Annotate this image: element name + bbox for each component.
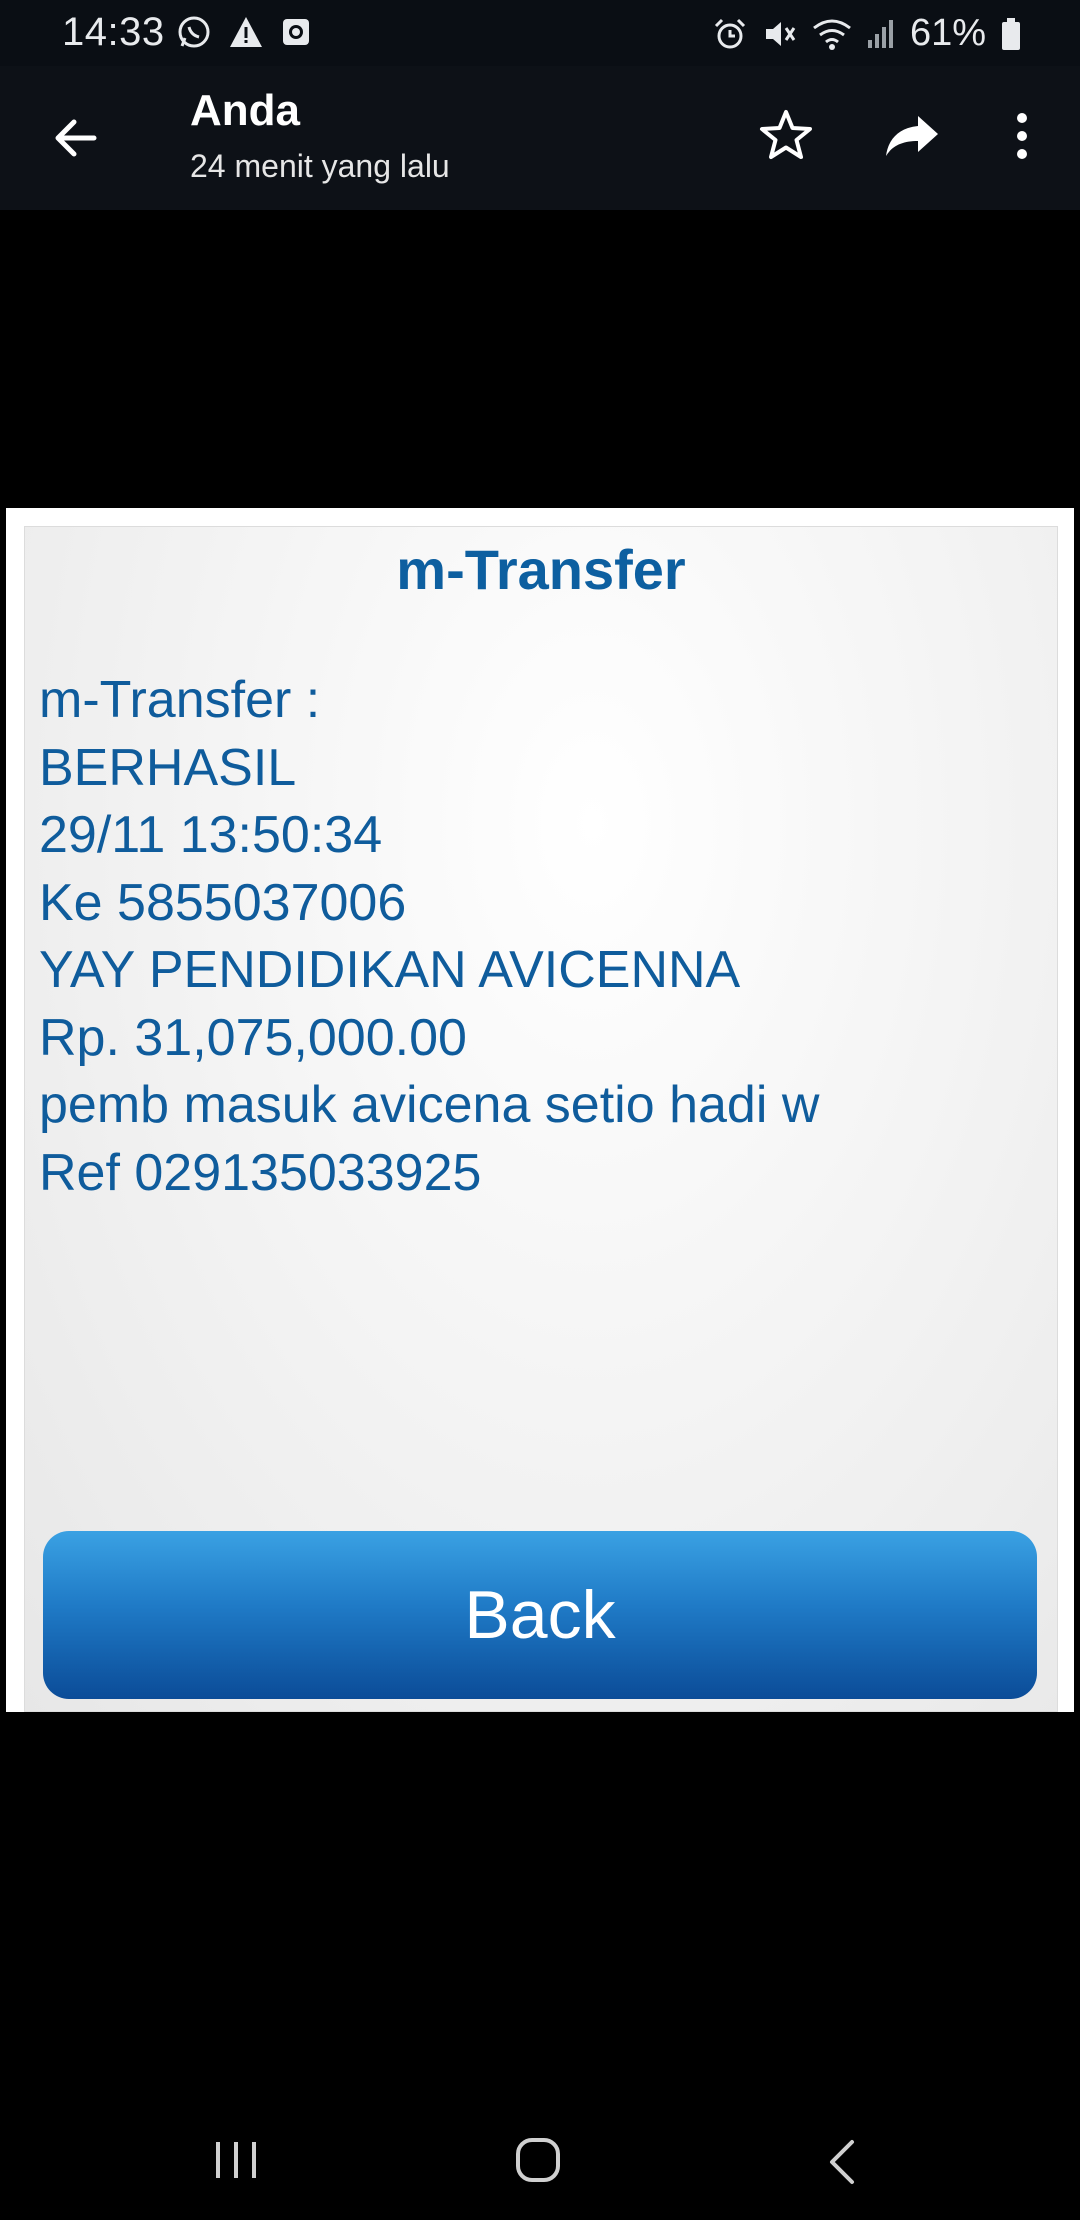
battery-icon <box>1000 16 1022 52</box>
sender-title: Anda <box>190 86 300 135</box>
share-icon[interactable] <box>880 106 944 166</box>
home-icon[interactable] <box>512 2134 564 2186</box>
back-arrow-icon[interactable] <box>48 110 104 166</box>
signal-icon <box>866 16 896 52</box>
mute-icon <box>762 16 798 52</box>
receipt-line: Ke 5855037006 <box>39 873 407 932</box>
shared-image: m-Transfer m-Transfer : BERHASIL 29/11 1… <box>6 508 1074 1712</box>
app-bar: Anda 24 menit yang lalu <box>0 66 1080 210</box>
system-icons: 61% <box>712 12 1022 55</box>
receipt-line: Ref 029135033925 <box>39 1143 482 1202</box>
receipt-line: Rp. 31,075,000.00 <box>39 1008 467 1067</box>
receipt-line: BERHASIL <box>39 738 297 797</box>
receipt-lines: m-Transfer : BERHASIL 29/11 13:50:34 Ke … <box>39 667 819 1207</box>
screen-record-icon <box>280 14 312 50</box>
status-bar: 14:33 61% <box>0 0 1080 66</box>
wifi-icon <box>812 16 852 52</box>
warning-icon <box>228 14 264 50</box>
star-icon[interactable] <box>756 106 816 166</box>
whatsapp-icon <box>176 14 212 50</box>
more-options-icon[interactable] <box>1000 106 1044 166</box>
receipt-line: m-Transfer : <box>39 671 321 729</box>
receipt-line: 29/11 13:50:34 <box>39 806 383 864</box>
nav-back-icon[interactable] <box>822 2136 862 2188</box>
receipt-panel: m-Transfer m-Transfer : BERHASIL 29/11 1… <box>24 526 1058 1712</box>
alarm-icon <box>712 16 748 52</box>
recents-icon[interactable] <box>210 2138 262 2182</box>
back-button[interactable]: Back <box>43 1531 1037 1699</box>
receipt-line: pemb masuk avicena setio hadi w <box>39 1076 820 1134</box>
battery-percentage: 61% <box>909 12 986 54</box>
receipt-line: YAY PENDIDIKAN AVICENNA <box>39 941 741 999</box>
timestamp-subtitle: 24 menit yang lalu <box>190 148 450 184</box>
receipt-title: m-Transfer <box>396 538 686 601</box>
status-time: 14:33 <box>62 10 165 54</box>
system-nav-bar <box>0 2100 1080 2220</box>
notification-icons <box>176 14 312 50</box>
